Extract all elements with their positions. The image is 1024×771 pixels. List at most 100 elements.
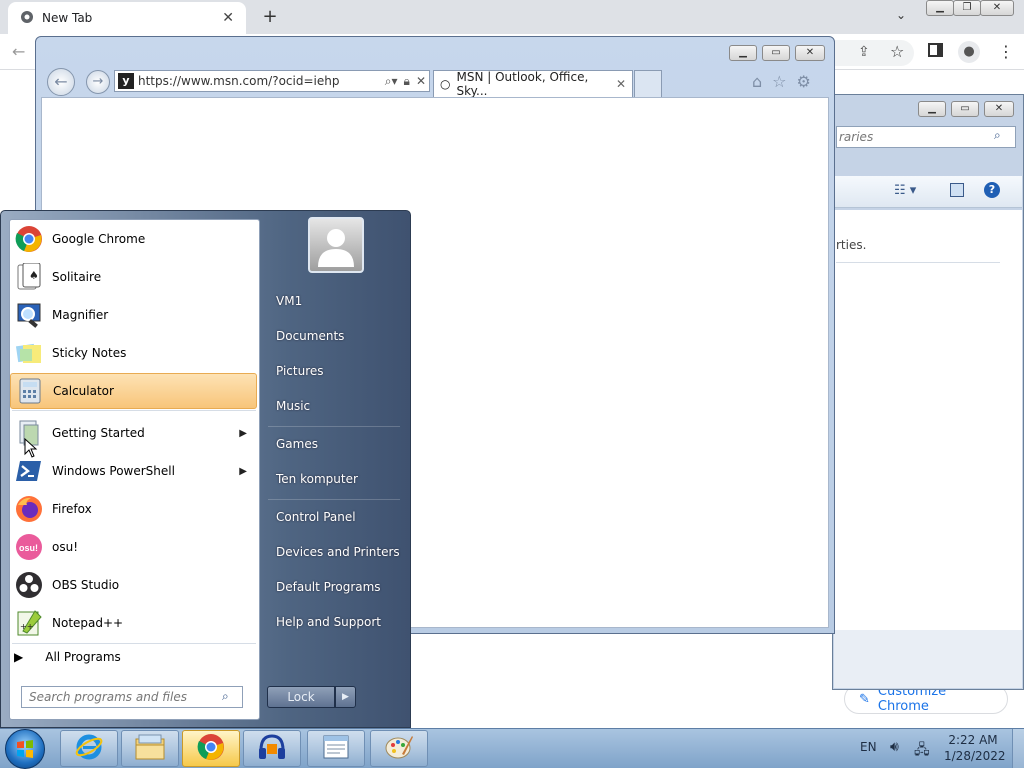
volume-speaker-icon[interactable]: 🔊︎: [890, 739, 899, 755]
taskbar-paint[interactable]: [370, 730, 428, 767]
start-program-getting-started[interactable]: Getting Started ▶: [10, 415, 257, 451]
start-link-help-support[interactable]: Help and Support: [276, 615, 381, 629]
chrome-tab-search-chevron-icon[interactable]: ⌄: [896, 8, 906, 22]
chrome-icon: [197, 733, 225, 764]
chrome-back-arrow-icon[interactable]: ←: [12, 42, 25, 61]
ie-forward-button[interactable]: →: [86, 70, 110, 94]
chrome-share-icon[interactable]: ⇪: [858, 44, 870, 60]
explorer-search-input[interactable]: raries: [836, 126, 1016, 148]
ie-command-icons: ⌂ ☆ ⚙: [752, 72, 811, 91]
ie-stop-icon[interactable]: ✕: [416, 74, 426, 89]
chrome-bookmark-star-icon[interactable]: ☆: [890, 42, 904, 61]
ie-lock-icon[interactable]: 🔒︎: [404, 74, 410, 89]
submenu-arrow-icon[interactable]: ▶: [239, 466, 247, 477]
start-search-icon[interactable]: ⌕: [222, 689, 229, 704]
start-search-input[interactable]: Search programs and files: [21, 686, 243, 708]
taskbar-google-chrome[interactable]: [182, 730, 240, 767]
show-desktop-button[interactable]: [1012, 729, 1024, 768]
start-program-sticky-notes[interactable]: Sticky Notes: [10, 335, 257, 371]
view-options-icon[interactable]: ☷ ▾: [894, 183, 916, 198]
language-indicator[interactable]: EN: [860, 740, 877, 754]
svg-text:♠: ♠: [29, 269, 39, 282]
start-program-firefox[interactable]: Firefox: [10, 491, 257, 527]
ie-new-tab-button[interactable]: [634, 70, 662, 97]
osu-icon: osu!: [14, 532, 44, 562]
chrome-profile-avatar-icon[interactable]: ●: [958, 41, 980, 63]
explorer-minimize-button[interactable]: ▁: [918, 101, 946, 117]
ie-home-icon[interactable]: ⌂: [752, 72, 762, 91]
start-link-computer[interactable]: Ten komputer: [276, 472, 358, 486]
explorer-details-pane: [834, 630, 1022, 688]
taskbar-file-explorer[interactable]: [121, 730, 179, 767]
chrome-minimize-button[interactable]: ▁: [926, 0, 954, 16]
start-menu-separator: [12, 643, 256, 644]
notepadpp-icon: ++: [14, 608, 44, 638]
taskbar-notepad[interactable]: [307, 730, 365, 767]
explorer-search-icon[interactable]: ⌕: [994, 128, 1001, 143]
program-label: Google Chrome: [52, 232, 146, 246]
chrome-restore-button[interactable]: ❐: [953, 0, 981, 16]
ie-maximize-button[interactable]: ▭: [762, 45, 790, 61]
ie-favorites-star-icon[interactable]: ☆: [772, 72, 786, 91]
ie-tab-title: MSN | Outlook, Office, Sky...: [456, 70, 589, 98]
start-program-windows-powershell[interactable]: Windows PowerShell ▶: [10, 453, 257, 489]
clock-time[interactable]: 2:22 AM: [944, 733, 1002, 747]
chrome-side-panel-icon[interactable]: [928, 43, 943, 57]
start-program-magnifier[interactable]: Magnifier: [10, 297, 257, 333]
start-link-documents[interactable]: Documents: [276, 329, 344, 343]
help-icon[interactable]: ?: [984, 182, 1000, 198]
start-program-calculator[interactable]: Calculator: [10, 373, 257, 409]
start-link-user[interactable]: VM1: [276, 294, 302, 308]
ie-minimize-button[interactable]: ▁: [729, 45, 757, 61]
explorer-close-button[interactable]: ✕: [984, 101, 1014, 117]
lock-button[interactable]: Lock: [267, 686, 335, 708]
start-link-music[interactable]: Music: [276, 399, 310, 413]
ie-close-button[interactable]: ✕: [795, 45, 825, 61]
preview-pane-icon[interactable]: [950, 183, 964, 197]
program-label: Windows PowerShell: [52, 464, 175, 478]
chrome-tab-close-icon[interactable]: ✕: [222, 10, 234, 26]
start-program-google-chrome[interactable]: Google Chrome: [10, 221, 257, 257]
network-icon[interactable]: 🖧: [914, 739, 930, 763]
calculator-icon: [15, 376, 45, 406]
ie-tab-msn[interactable]: ○ MSN | Outlook, Office, Sky... ✕: [433, 70, 633, 98]
submenu-arrow-icon[interactable]: ▶: [239, 428, 247, 439]
start-link-control-panel[interactable]: Control Panel: [276, 510, 356, 524]
ie-address-bar[interactable]: y https://www.msn.com/?ocid=iehp ⌕▾ 🔒︎ ✕: [114, 70, 430, 92]
start-orb-button[interactable]: [5, 729, 45, 769]
chrome-menu-dots-icon[interactable]: ⋮: [998, 42, 1014, 61]
ie-back-button[interactable]: ←: [47, 68, 75, 96]
start-program-solitaire[interactable]: ♠ Solitaire: [10, 259, 257, 295]
start-program-osu[interactable]: osu! osu!: [10, 529, 257, 565]
start-link-games[interactable]: Games: [276, 437, 318, 451]
pencil-icon: ✎: [859, 691, 870, 707]
all-programs-button[interactable]: ▶ All Programs: [14, 650, 121, 664]
taskbar-internet-explorer[interactable]: [60, 730, 118, 767]
firefox-icon: [14, 494, 44, 524]
taskbar-audacity[interactable]: [243, 730, 301, 767]
start-menu-separator: [12, 410, 256, 411]
chrome-tab-new-tab[interactable]: New Tab ✕: [8, 2, 246, 34]
start-program-notepad-plus-plus[interactable]: ++ Notepad++: [10, 605, 257, 641]
ie-tab-close-icon[interactable]: ✕: [616, 77, 626, 91]
user-avatar[interactable]: [308, 217, 364, 273]
start-program-obs-studio[interactable]: OBS Studio: [10, 567, 257, 603]
chrome-close-button[interactable]: ✕: [980, 0, 1014, 16]
mouse-cursor-icon: [24, 437, 38, 461]
audacity-icon: [257, 732, 287, 765]
program-label: OBS Studio: [52, 578, 120, 592]
start-link-default-programs[interactable]: Default Programs: [276, 580, 381, 594]
msn-favicon-icon: y: [118, 73, 134, 89]
clock-date[interactable]: 1/28/2022: [944, 749, 1006, 763]
ie-address-text[interactable]: https://www.msn.com/?ocid=iehp: [138, 74, 339, 88]
start-link-devices-printers[interactable]: Devices and Printers: [276, 545, 400, 559]
shutdown-options-arrow-icon[interactable]: ▶: [335, 686, 356, 708]
chrome-icon: [14, 224, 44, 254]
explorer-maximize-button[interactable]: ▭: [951, 101, 979, 117]
chrome-new-tab-button[interactable]: +: [258, 6, 282, 28]
ie-tools-gear-icon[interactable]: ⚙: [797, 72, 811, 91]
start-link-pictures[interactable]: Pictures: [276, 364, 324, 378]
explorer-toolbar: ☷ ▾ ?: [834, 176, 1022, 208]
ie-search-icon[interactable]: ⌕▾: [385, 74, 398, 89]
paint-icon: [384, 732, 414, 765]
